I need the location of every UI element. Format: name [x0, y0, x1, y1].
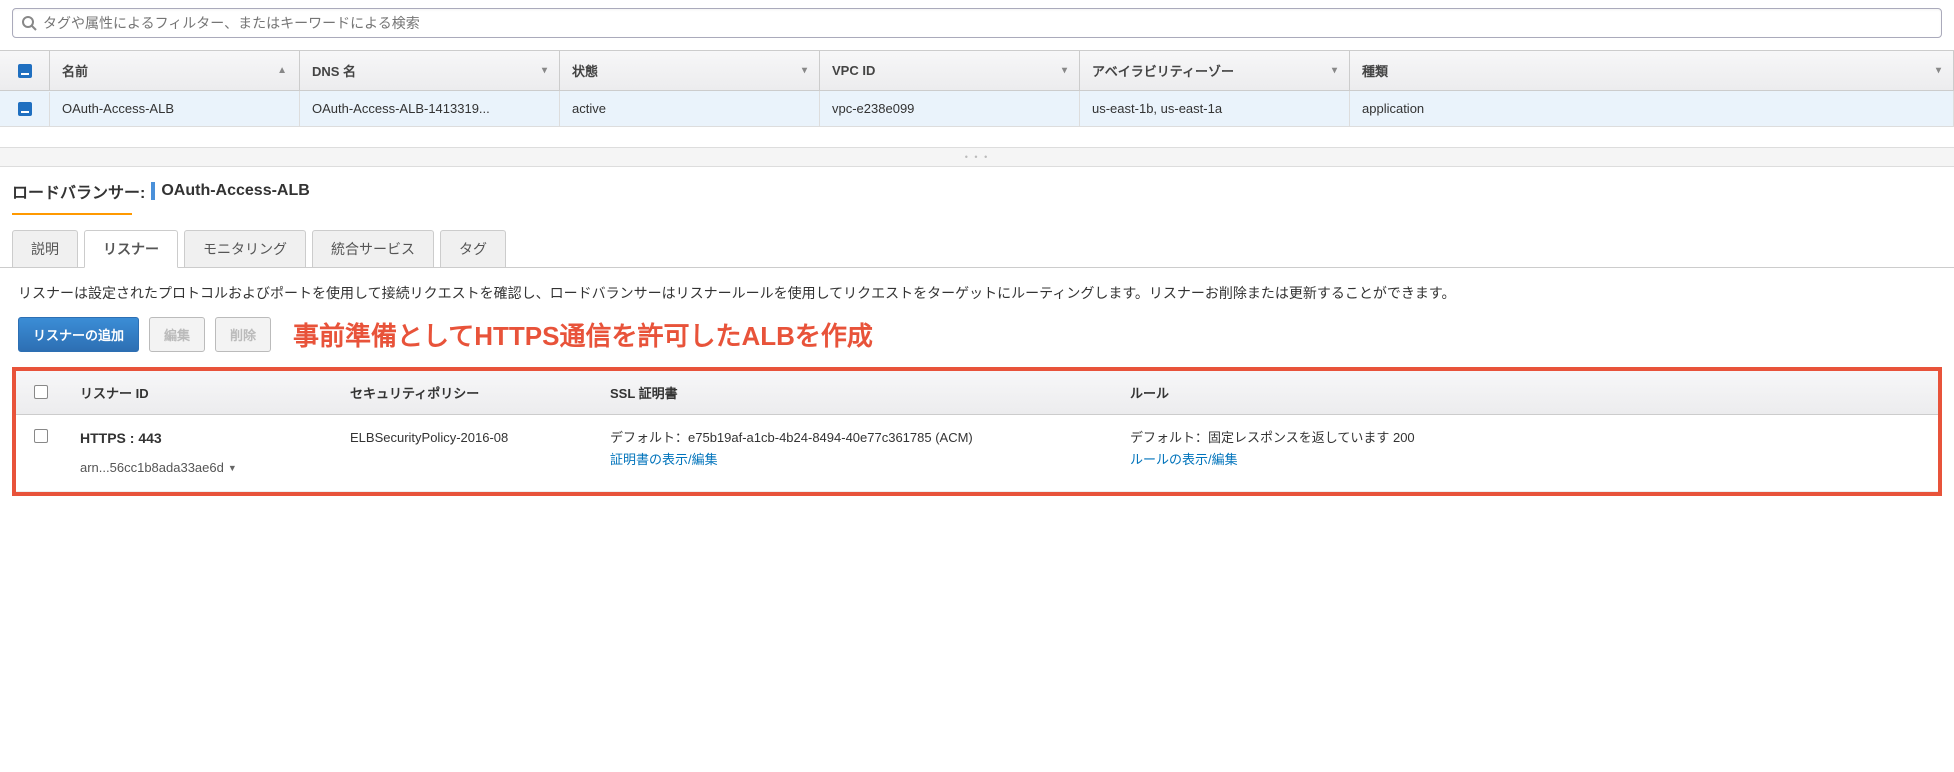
- detail-bar-icon: [151, 182, 155, 200]
- detail-name: OAuth-Access-ALB: [161, 182, 309, 200]
- tab-tags[interactable]: タグ: [440, 230, 506, 267]
- col-header-vpc[interactable]: VPC ID ▾: [820, 51, 1080, 90]
- listener-cell-rule: デフォルト：固定レスポンスを返しています 200 ルールの表示/編集: [1116, 415, 1938, 491]
- delete-button: 削除: [215, 317, 271, 352]
- dropdown-caret-icon: ▾: [1062, 65, 1067, 76]
- listener-arn-text: arn...56cc1b8ada33ae6d: [80, 457, 224, 479]
- search-bar[interactable]: [12, 8, 1942, 38]
- listener-col-policy: セキュリティポリシー: [336, 371, 596, 414]
- listener-row-checkbox-cell[interactable]: [16, 415, 66, 491]
- annotation-highlight-box: リスナー ID セキュリティポリシー SSL 証明書 ルール HTTPS : 4…: [12, 367, 1942, 496]
- col-header-state[interactable]: 状態 ▾: [560, 51, 820, 90]
- col-header-dns[interactable]: DNS 名 ▾: [300, 51, 560, 90]
- col-label: DNS 名: [312, 61, 356, 80]
- chevron-down-icon: ▼: [228, 461, 237, 476]
- ssl-default-text: デフォルト：e75b19af-a1cb-4b24-8494-40e77c3617…: [610, 427, 1102, 449]
- ssl-view-edit-link[interactable]: 証明書の表示/編集: [610, 449, 1102, 471]
- listener-arn[interactable]: arn...56cc1b8ada33ae6d ▼: [80, 457, 322, 479]
- row-checkbox-cell[interactable]: [0, 92, 50, 126]
- cell-state: active: [560, 91, 820, 126]
- cell-dns: OAuth-Access-ALB-1413319...: [300, 91, 560, 126]
- listener-select-all-checkbox[interactable]: [34, 385, 48, 399]
- tab-integrated-services[interactable]: 統合サービス: [312, 230, 434, 267]
- listener-cell-id: HTTPS : 443 arn...56cc1b8ada33ae6d ▼: [66, 415, 336, 491]
- listener-col-ssl: SSL 証明書: [596, 371, 1116, 414]
- cell-name: OAuth-Access-ALB: [50, 91, 300, 126]
- sort-asc-icon: ▲: [277, 65, 287, 76]
- dropdown-caret-icon: ▾: [1332, 65, 1337, 76]
- listener-row-checkbox[interactable]: [34, 429, 48, 443]
- dropdown-caret-icon: ▾: [542, 65, 547, 76]
- detail-header: ロードバランサー: OAuth-Access-ALB: [0, 167, 1954, 209]
- annotation-text: 事前準備としてHTTPS通信を許可したALBを作成: [293, 316, 873, 353]
- cell-vpc: vpc-e238e099: [820, 91, 1080, 126]
- edit-button: 編集: [149, 317, 205, 352]
- col-label: アベイラビリティーゾー: [1092, 61, 1234, 80]
- cell-az: us-east-1b, us-east-1a: [1080, 91, 1350, 126]
- listener-header-checkbox-cell[interactable]: [16, 371, 66, 414]
- listener-col-id: リスナー ID: [66, 371, 336, 414]
- add-listener-button[interactable]: リスナーの追加: [18, 317, 139, 352]
- col-label: 状態: [572, 61, 598, 80]
- col-label: VPC ID: [832, 63, 875, 78]
- listener-cell-ssl: デフォルト：e75b19af-a1cb-4b24-8494-40e77c3617…: [596, 415, 1116, 491]
- rule-view-edit-link[interactable]: ルールの表示/編集: [1130, 449, 1924, 471]
- listener-id-title: HTTPS : 443: [80, 427, 322, 451]
- detail-label-prefix: ロードバランサー:: [12, 179, 145, 203]
- lb-table-row[interactable]: OAuth-Access-ALB OAuth-Access-ALB-141331…: [0, 91, 1954, 127]
- listener-col-rule: ルール: [1116, 371, 1938, 414]
- tab-description[interactable]: 説明: [12, 230, 78, 267]
- col-label: 名前: [62, 61, 88, 80]
- cell-type: application: [1350, 91, 1954, 126]
- row-checkbox[interactable]: [18, 102, 32, 116]
- rule-default-text: デフォルト：固定レスポンスを返しています 200: [1130, 427, 1924, 449]
- tab-listeners[interactable]: リスナー: [84, 230, 178, 268]
- listener-action-row: リスナーの追加 編集 削除 事前準備としてHTTPS通信を許可したALBを作成: [0, 310, 1954, 367]
- col-header-az[interactable]: アベイラビリティーゾー ▾: [1080, 51, 1350, 90]
- col-label: 種類: [1362, 61, 1388, 80]
- dropdown-caret-icon: ▾: [1936, 65, 1941, 76]
- col-header-type[interactable]: 種類 ▾: [1350, 51, 1954, 90]
- search-icon: [21, 15, 37, 31]
- lb-table-header: 名前 ▲ DNS 名 ▾ 状態 ▾ VPC ID ▾ アベイラビリティーゾー ▾…: [0, 50, 1954, 91]
- tabs: 説明 リスナー モニタリング 統合サービス タグ: [0, 229, 1954, 268]
- tab-monitoring[interactable]: モニタリング: [184, 230, 306, 267]
- listener-description: リスナーは設定されたプロトコルおよびポートを使用して接続リクエストを確認し、ロー…: [0, 268, 1954, 310]
- header-checkbox-cell[interactable]: [0, 51, 50, 90]
- dropdown-caret-icon: ▾: [802, 65, 807, 76]
- listener-table-row[interactable]: HTTPS : 443 arn...56cc1b8ada33ae6d ▼ ELB…: [16, 415, 1938, 492]
- search-input[interactable]: [43, 15, 1933, 31]
- pane-splitter[interactable]: • • •: [0, 147, 1954, 167]
- accent-underline: [12, 213, 132, 215]
- listener-table-header: リスナー ID セキュリティポリシー SSL 証明書 ルール: [16, 371, 1938, 415]
- col-header-name[interactable]: 名前 ▲: [50, 51, 300, 90]
- listener-cell-policy: ELBSecurityPolicy-2016-08: [336, 415, 596, 491]
- select-all-checkbox[interactable]: [18, 64, 32, 78]
